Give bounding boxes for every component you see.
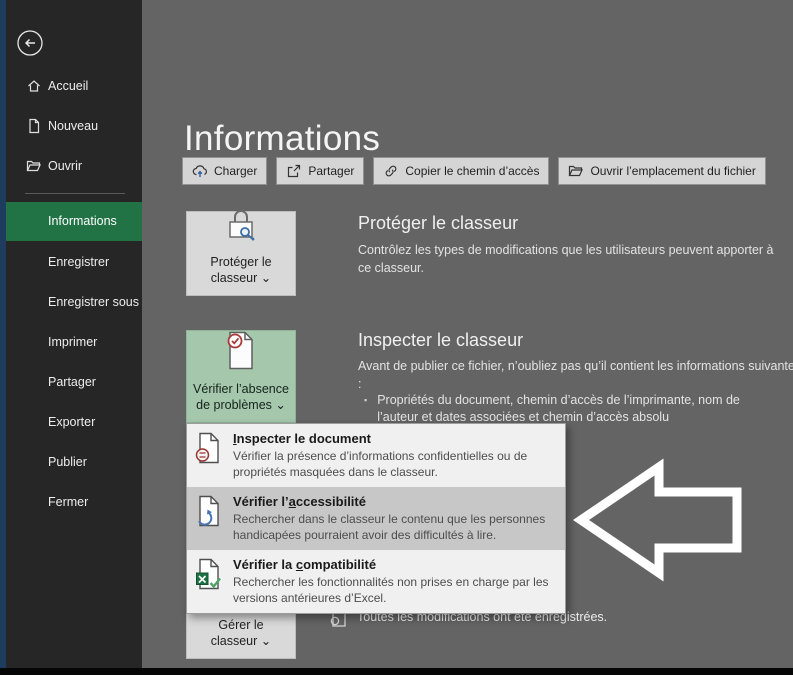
inspect-document-icon: [195, 430, 225, 480]
menu-item-text: Vérifier la compatibilité Rechercher les…: [233, 556, 561, 606]
info-toolbar: Charger Partager Copier le chemin d’accè…: [182, 157, 766, 185]
check-for-issues-button[interactable]: Vérifier l’absence de problèmes ⌄: [186, 330, 296, 423]
upload-label: Charger: [214, 164, 258, 178]
sidebar-item-informations[interactable]: Informations: [6, 202, 142, 241]
menu-item-check-compatibility[interactable]: Vérifier la compatibilité Rechercher les…: [187, 550, 565, 613]
sidebar-item-label: Nouveau: [48, 119, 99, 133]
taskbar-strip: [0, 668, 793, 675]
menu-item-title: Inspecter le document: [233, 431, 371, 446]
sidebar-item-fermer[interactable]: Fermer: [6, 482, 142, 522]
sidebar-item-nouveau[interactable]: Nouveau: [6, 106, 142, 146]
open-file-location-button[interactable]: Ouvrir l’emplacement du fichier: [558, 157, 766, 185]
share-label: Partager: [308, 164, 355, 178]
sidebar-divider: [25, 193, 125, 194]
sidebar-item-enregistrer[interactable]: Enregistrer: [6, 242, 142, 282]
menu-item-title: Vérifier l’accessibilité: [233, 494, 366, 509]
lock-key-icon: [221, 208, 261, 248]
sidebar-item-partager[interactable]: Partager: [6, 362, 142, 402]
protect-button-label-line1: Protéger le: [210, 255, 272, 269]
sidebar-item-publier[interactable]: Publier: [6, 442, 142, 482]
open-folder-icon: [26, 158, 42, 174]
back-arrow-icon: [17, 30, 43, 56]
menu-item-text: Inspecter le document Vérifier la présen…: [233, 430, 561, 480]
inspect-button-label-line1: Vérifier l’absence: [193, 382, 289, 396]
link-icon: [386, 165, 397, 177]
page-title: Informations: [184, 119, 381, 159]
folder-icon: [569, 165, 584, 177]
compatibility-checker-icon: [195, 556, 225, 606]
menu-item-description: Rechercher dans le classeur le contenu q…: [233, 512, 546, 542]
sidebar: Accueil Nouveau Ouvrir Informations Enre…: [6, 0, 142, 668]
protect-section-heading: Protéger le classeur: [358, 213, 519, 233]
protect-section-description: Contrôlez les types de modifications que…: [358, 243, 774, 275]
sidebar-item-accueil[interactable]: Accueil: [6, 66, 142, 106]
copy-path-button[interactable]: Copier le chemin d’accès: [373, 157, 550, 185]
sidebar-item-enregistrer-sous[interactable]: Enregistrer sous: [6, 282, 142, 322]
cloud-upload-icon: [192, 165, 207, 177]
sidebar-item-label: Accueil: [48, 79, 89, 93]
home-icon: [26, 78, 42, 94]
upload-button[interactable]: Charger: [182, 157, 268, 185]
menu-item-description: Vérifier la présence d’informations conf…: [233, 449, 528, 479]
accessibility-checker-icon: [195, 493, 225, 543]
protect-button-label-line2: classeur ⌄: [210, 271, 272, 285]
menu-item-title: Vérifier la compatibilité: [233, 557, 377, 572]
menu-item-check-accessibility[interactable]: Vérifier l’accessibilité Rechercher dans…: [187, 487, 565, 550]
backstage-view: Accueil Nouveau Ouvrir Informations Enre…: [0, 0, 793, 675]
bullet-text: Propriétés du document, chemin d’accès d…: [377, 393, 740, 424]
share-button[interactable]: Partager: [276, 157, 365, 185]
inspect-button-label-line2: de problèmes ⌄: [196, 398, 286, 412]
menu-item-inspect-document[interactable]: Inspecter le document Vérifier la présen…: [187, 424, 565, 487]
manage-button-label-line1: Gérer le: [218, 618, 264, 632]
sidebar-item-ouvrir[interactable]: Ouvrir: [6, 146, 142, 186]
sidebar-item-label: Ouvrir: [48, 159, 83, 173]
back-button[interactable]: [17, 30, 43, 56]
sidebar-item-exporter[interactable]: Exporter: [6, 402, 142, 442]
new-document-icon: [26, 118, 42, 134]
check-for-issues-menu: Inspecter le document Vérifier la présen…: [186, 423, 566, 614]
manage-button-label-line2: classeur ⌄: [210, 634, 272, 648]
inspect-section-heading: Inspecter le classeur: [358, 330, 524, 350]
inspect-section-description: Avant de publier ce fichier, n’oubliez p…: [358, 359, 793, 391]
bullet-marker: ▪: [364, 395, 368, 405]
copy-path-label: Copier le chemin d’accès: [405, 164, 540, 178]
document-check-icon: [225, 331, 257, 375]
sidebar-item-imprimer[interactable]: Imprimer: [6, 322, 142, 362]
protect-workbook-button[interactable]: Protéger le classeur ⌄: [186, 208, 296, 296]
menu-item-text: Vérifier l’accessibilité Rechercher dans…: [233, 493, 561, 543]
menu-item-description: Rechercher les fonctionnalités non prise…: [233, 575, 549, 605]
open-file-location-label: Ouvrir l’emplacement du fichier: [590, 164, 756, 178]
inspect-bullet: ▪ Propriétés du document, chemin d’accès…: [364, 392, 764, 426]
share-icon: [288, 164, 301, 178]
